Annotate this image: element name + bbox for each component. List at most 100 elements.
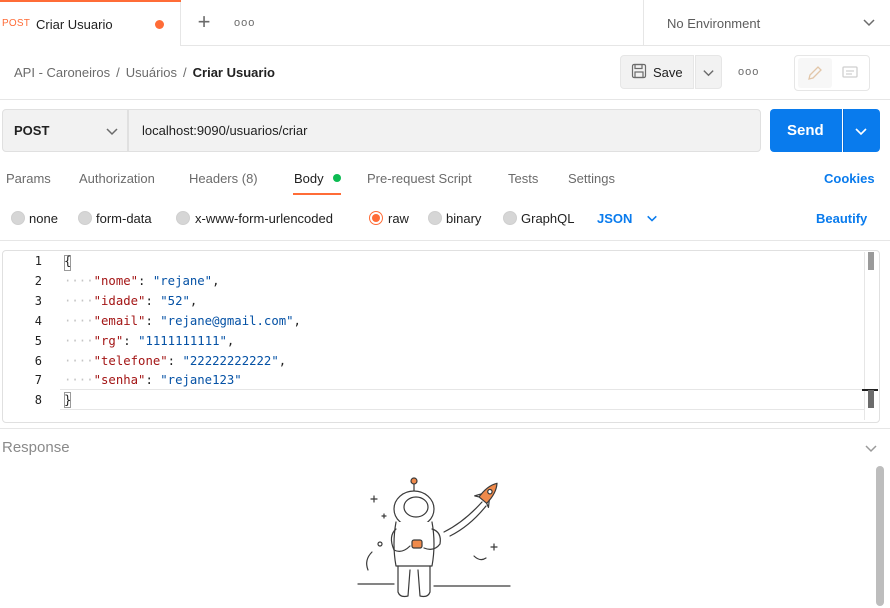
- response-scrollbar[interactable]: [876, 466, 884, 606]
- tab-options-ellipsis-icon[interactable]: ooo: [234, 14, 254, 32]
- radio-graphql[interactable]: [503, 211, 517, 225]
- tab-authorization[interactable]: Authorization: [79, 171, 155, 186]
- radio-raw[interactable]: [369, 211, 383, 225]
- tab-settings[interactable]: Settings: [568, 171, 615, 186]
- json-separator: :: [145, 373, 161, 388]
- json-punctuation: ,: [278, 353, 287, 368]
- json-punctuation: ,: [212, 273, 220, 288]
- json-punctuation: ,: [293, 313, 301, 328]
- active-tab-indicator: [0, 0, 181, 2]
- indent-dots: ····: [64, 333, 94, 348]
- json-separator: :: [145, 293, 161, 308]
- radio-form-data-label[interactable]: form-data: [96, 211, 152, 226]
- breadcrumb-folder[interactable]: Usuários: [126, 65, 177, 80]
- code-line: ····"idade": "52",: [64, 294, 197, 308]
- code-line: ····"senha": "rejane123": [64, 373, 242, 387]
- json-value: "1111111111": [138, 333, 227, 348]
- tab-body[interactable]: Body: [294, 171, 324, 186]
- tab-method-label: POST: [2, 18, 31, 29]
- beautify-link[interactable]: Beautify: [816, 211, 867, 226]
- radio-urlencoded[interactable]: [176, 211, 190, 225]
- new-tab-plus-icon[interactable]: +: [194, 11, 214, 33]
- json-punctuation: ,: [226, 333, 235, 348]
- line-number: 6: [34, 353, 42, 368]
- radio-urlencoded-label[interactable]: x-www-form-urlencoded: [195, 211, 333, 226]
- line-number: 5: [34, 333, 42, 348]
- line-number: 1: [34, 254, 42, 268]
- json-key: "email": [93, 313, 146, 328]
- json-key: "telefone": [93, 353, 168, 368]
- tab-prerequest-script[interactable]: Pre-request Script: [367, 171, 472, 186]
- unsaved-changes-dot: [155, 20, 164, 29]
- current-line-highlight: [60, 389, 864, 410]
- indent-dots: ····: [64, 273, 94, 288]
- radio-raw-label[interactable]: raw: [388, 211, 409, 226]
- json-separator: :: [138, 273, 153, 288]
- radio-none-label[interactable]: none: [29, 211, 58, 226]
- indent-dots: ····: [64, 373, 94, 388]
- radio-none[interactable]: [11, 211, 25, 225]
- line-number: 3: [34, 293, 42, 308]
- radio-form-data[interactable]: [78, 211, 92, 225]
- tab-params[interactable]: Params: [6, 171, 51, 186]
- breadcrumb-request[interactable]: Criar Usuario: [193, 65, 275, 80]
- comment-icon: [842, 66, 858, 78]
- line-number: 7: [34, 373, 42, 388]
- environment-label: No Environment: [667, 16, 761, 31]
- tab-tests[interactable]: Tests: [508, 171, 538, 186]
- indent-dots: ····: [64, 293, 94, 308]
- active-tab-underline: [293, 193, 341, 195]
- response-divider: [0, 428, 890, 429]
- header-divider: [0, 99, 890, 100]
- json-separator: :: [145, 313, 161, 328]
- code-line: ····"nome": "rejane",: [64, 274, 220, 288]
- code-line: ····"email": "rejane@gmail.com",: [64, 314, 301, 328]
- chevron-down-icon: [106, 128, 118, 136]
- cookies-link[interactable]: Cookies: [824, 171, 875, 186]
- response-heading: Response: [2, 439, 70, 456]
- code-line: }: [64, 393, 71, 407]
- tab-title: Criar Usuario: [36, 17, 113, 32]
- save-button-label: Save: [653, 65, 683, 80]
- options-divider: [0, 240, 890, 241]
- json-value: "52": [160, 293, 190, 308]
- json-key: "idade": [93, 293, 146, 308]
- line-number: 4: [34, 313, 42, 328]
- line-number: 8: [34, 393, 42, 408]
- line-number: 2: [34, 273, 42, 288]
- body-format-select[interactable]: JSON: [597, 211, 632, 226]
- json-punctuation: ,: [189, 293, 198, 308]
- tab-headers[interactable]: Headers (8): [189, 171, 258, 186]
- json-key: "nome": [93, 273, 139, 288]
- more-actions-ellipsis-icon[interactable]: ooo: [738, 63, 758, 81]
- breadcrumb-separator: /: [183, 65, 187, 80]
- code-line: ····"telefone": "22222222222",: [64, 354, 286, 368]
- json-key: "rg": [93, 333, 124, 348]
- send-button-label: Send: [787, 122, 824, 139]
- chevron-down-icon: [703, 70, 714, 77]
- editor-scroll-thumb[interactable]: [868, 252, 874, 270]
- breadcrumb-separator: /: [116, 65, 120, 80]
- json-value: "rejane": [152, 273, 213, 288]
- chevron-down-icon: [647, 215, 657, 222]
- astronaut-rocket-illustration: [357, 477, 511, 598]
- json-key: "senha": [93, 373, 146, 388]
- radio-binary-label[interactable]: binary: [446, 211, 481, 226]
- editor-scroll-thumb[interactable]: [868, 390, 874, 408]
- save-icon: [631, 63, 647, 79]
- indent-dots: ····: [64, 353, 94, 368]
- code-line: {: [64, 254, 71, 268]
- breadcrumb-collection[interactable]: API - Caroneiros: [14, 65, 110, 80]
- chevron-down-icon[interactable]: [864, 441, 878, 455]
- radio-binary[interactable]: [428, 211, 442, 225]
- json-punctuation: }: [64, 393, 72, 408]
- breadcrumb: API - Caroneiros / Usuários / Criar Usuario: [14, 65, 275, 80]
- chevron-down-icon: [855, 128, 867, 136]
- radio-graphql-label[interactable]: GraphQL: [521, 211, 574, 226]
- method-select-value: POST: [14, 123, 50, 138]
- indent-dots: ····: [64, 313, 94, 328]
- json-value: "rejane123": [160, 373, 242, 388]
- url-input-value: localhost:9090/usuarios/criar: [142, 123, 308, 138]
- body-status-dot: [333, 174, 341, 182]
- json-punctuation: {: [64, 254, 72, 268]
